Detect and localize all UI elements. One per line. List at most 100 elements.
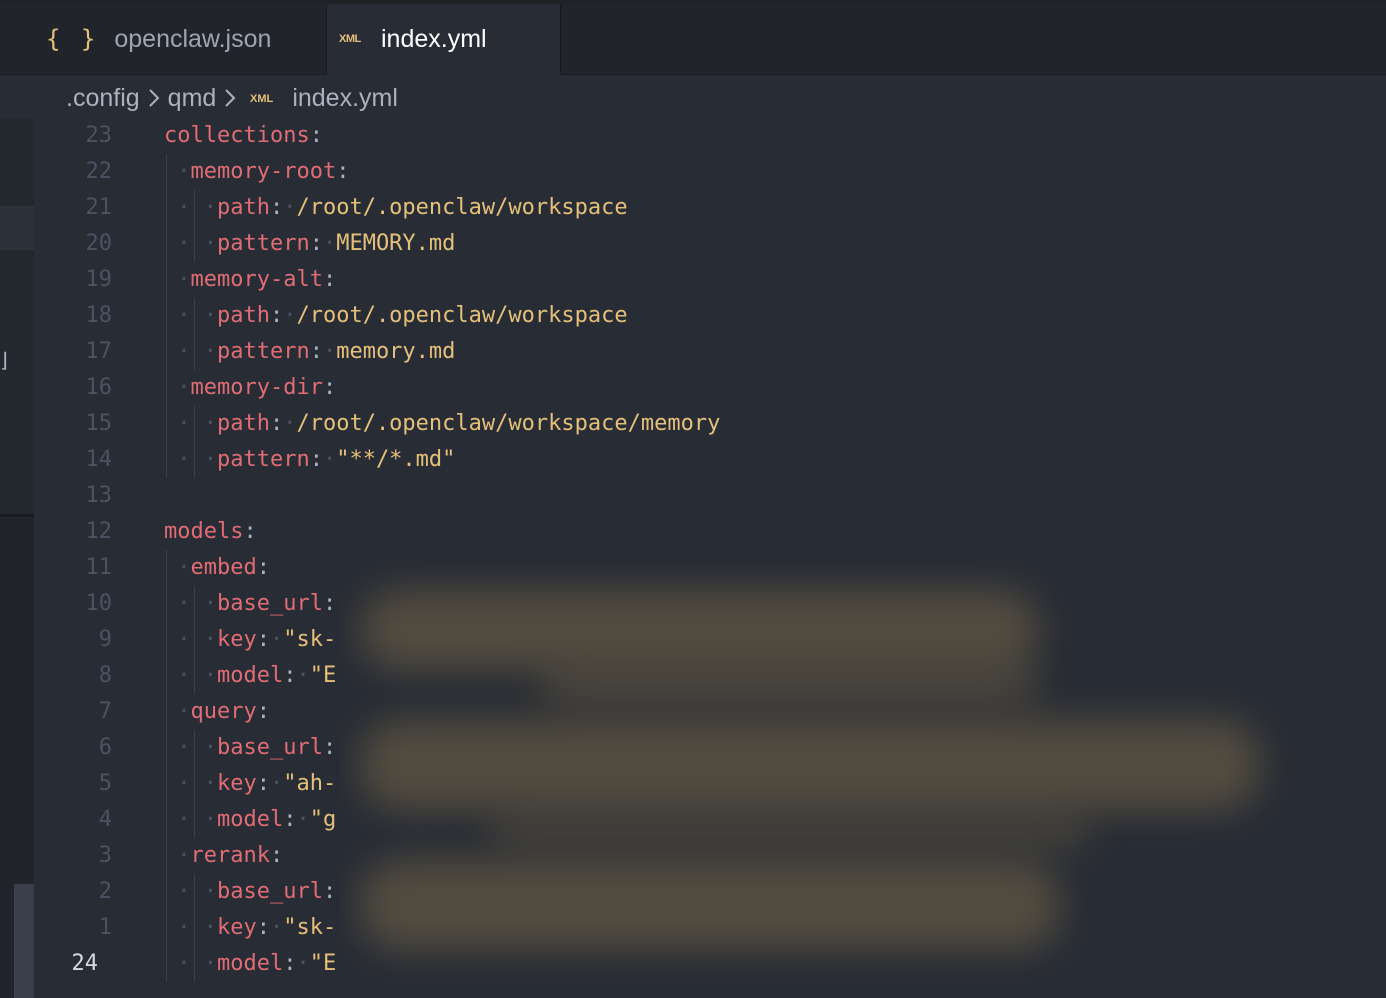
whitespace-marker: · · [164,447,217,472]
code-content: · ·path:·/root/.openclaw/workspace/memor… [164,406,720,442]
whitespace-marker: · [164,159,191,184]
code-content: · ·key:·"sk- [164,910,336,946]
yaml-key: model [216,663,284,688]
punctuation: : [309,339,323,364]
whitespace-marker: · [283,303,297,328]
whitespace-marker: · [269,627,284,652]
code-content: ·rerank: [164,838,283,874]
yaml-key: memory-root [190,159,337,184]
line-number: 11 [85,555,113,580]
punctuation: : [269,195,284,220]
breadcrumb-item-qmd[interactable]: qmd [168,84,217,113]
tab-index-yml[interactable]: XML index.yml [327,4,561,75]
whitespace-marker: · · [164,591,217,616]
punctuation: : [322,375,337,400]
punctuation: : [322,879,337,904]
punctuation: : [283,807,297,832]
code-line[interactable]: 16 ·memory-dir: [34,370,1386,406]
code-line[interactable]: 12 models: [34,514,1386,550]
scrollbar-thumb[interactable] [14,884,34,998]
code-line[interactable]: 21 · ·path:·/root/.openclaw/workspace [34,190,1386,226]
side-panel-status-glyph: ⌋ [0,350,8,372]
chevron-right-icon [147,87,161,109]
line-number: 8 [98,663,112,688]
yaml-key: rerank [190,843,270,868]
punctuation: : [309,447,323,472]
yaml-value: memory.md [336,339,456,364]
code-content: · ·model:·"E [164,658,336,694]
whitespace-marker: · [164,555,191,580]
punctuation: : [256,627,270,652]
line-number: 2 [98,879,112,904]
code-line[interactable]: 22 ·memory-root: [34,154,1386,190]
code-line[interactable]: 23 collections: [34,118,1386,154]
whitespace-marker: · [164,375,191,400]
yaml-key: base_url [216,879,323,904]
code-content: · ·path:·/root/.openclaw/workspace [164,190,627,226]
code-content: · ·key:·"ah- [164,766,336,802]
whitespace-marker: · [269,915,284,940]
line-number: 15 [85,411,113,436]
whitespace-marker: · · [164,195,217,220]
code-line[interactable]: 19 ·memory-alt: [34,262,1386,298]
tab-label: openclaw.json [114,24,272,53]
code-line[interactable]: 20 · ·pattern:·MEMORY.md [34,226,1386,262]
line-number: 10 [85,591,113,616]
yaml-value: /root/.openclaw/workspace/memory [296,411,721,436]
punctuation: : [322,267,337,292]
yaml-key: memory-dir [190,375,323,400]
breadcrumb-item-file[interactable]: index.yml [292,84,398,113]
yaml-key: memory-alt [190,267,323,292]
line-number: 21 [85,195,113,220]
code-line[interactable]: 14 · ·pattern:·"**/*.md" [34,442,1386,478]
yaml-key: base_url [216,735,323,760]
tab-openclaw-json[interactable]: { } openclaw.json [0,4,327,74]
whitespace-marker: · · [164,411,217,436]
code-line[interactable]: 13 [34,478,1386,514]
whitespace-marker: · [296,951,310,976]
code-content: · ·pattern:·MEMORY.md [164,226,455,262]
side-panel-selected-item[interactable] [0,206,34,250]
breadcrumb-item-config[interactable]: .config [66,84,140,113]
yaml-file-icon: XML [250,92,278,104]
yaml-key: path [216,411,270,436]
punctuation: : [283,951,297,976]
side-panel-list: ⌋ [0,118,34,517]
yaml-key: key [216,771,257,796]
code-content: collections: [164,118,323,154]
punctuation: : [309,231,323,256]
code-content: · ·base_url: [164,730,336,766]
yaml-key: pattern [216,447,310,472]
line-number: 12 [85,519,113,544]
yaml-value: /root/.openclaw/workspace [296,303,628,328]
line-number: 3 [98,843,112,868]
line-number: 13 [85,483,113,508]
whitespace-marker: · · [164,231,217,256]
breadcrumb: .config qmd XML index.yml [66,76,398,120]
yaml-key: models [164,519,244,544]
punctuation: : [269,843,284,868]
punctuation: : [256,771,270,796]
tab-label: index.yml [381,25,487,53]
line-number: 17 [85,339,113,364]
line-number: 1 [98,915,112,940]
line-number: 20 [85,231,113,256]
yaml-value: "g [309,807,337,832]
punctuation: : [309,123,323,148]
line-number: 23 [85,123,113,148]
whitespace-marker: · · [164,303,217,328]
whitespace-marker: · · [164,663,217,688]
whitespace-marker: · · [164,879,217,904]
yaml-key: key [216,627,257,652]
code-content: · ·pattern:·"**/*.md" [164,442,455,478]
code-content: · ·pattern:·memory.md [164,334,455,370]
yaml-value: "sk- [283,627,337,652]
punctuation: : [269,303,284,328]
whitespace-marker: · · [164,735,217,760]
code-content: ·embed: [164,550,270,586]
code-content: ·memory-root: [164,154,349,190]
yaml-key: model [216,951,284,976]
code-line[interactable]: 17 · ·pattern:·memory.md [34,334,1386,370]
code-line[interactable]: 18 · ·path:·/root/.openclaw/workspace [34,298,1386,334]
code-line[interactable]: 15 · ·path:·/root/.openclaw/workspace/me… [34,406,1386,442]
